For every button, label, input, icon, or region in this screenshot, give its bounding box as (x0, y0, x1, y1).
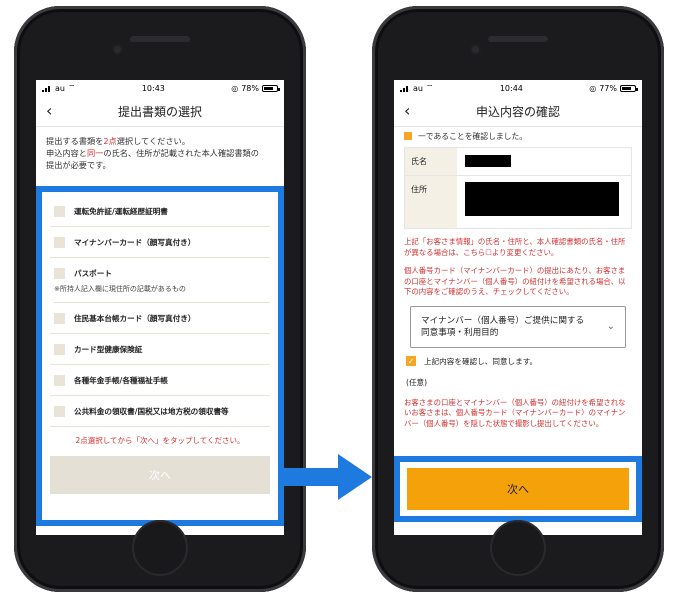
optional-label: (任意) (406, 377, 428, 387)
right-screen: au ⌔ 10:44 ◎ 77% ‹ 申込内容の確認 一であることを確認しました… (394, 80, 642, 535)
consent-dropdown[interactable]: マイナンバー（個人番号）ご提供に関する 同意事項・利用目的 ⌄ (410, 305, 626, 348)
doc-option-juki-card[interactable]: 住民基本台帳カード（顔写真付き） (50, 303, 270, 334)
page-title: 提出書類の選択 (117, 104, 202, 119)
left-screen: au ⌔ 10:43 ◎ 78% ‹ 提出書類の選択 提出する書類を2点選択して… (36, 80, 284, 535)
document-selection-panel: 運転免許証/運転経歴証明書 マイナンバーカード（顔写真付き） パスポート ※所持… (36, 186, 284, 526)
front-camera (114, 46, 121, 53)
intro-text: 提出する書類を2点選択してください。 申込内容と同一の氏名、住所が記載された本人… (46, 136, 259, 170)
address-label: 住所 (405, 176, 457, 228)
alarm-icon: ◎ (589, 83, 597, 93)
checkbox[interactable] (54, 236, 65, 248)
status-bar: au ⌔ 10:44 ◎ 77% (394, 80, 642, 96)
doc-option-utility-receipt[interactable]: 公共料金の領収書/国税又は地方税の領収書等 (50, 396, 270, 427)
checkbox[interactable] (54, 312, 65, 324)
front-camera (472, 46, 479, 53)
checkbox-checked[interactable] (404, 132, 412, 140)
home-button[interactable] (132, 520, 188, 576)
carrier-label: au (413, 83, 423, 93)
next-button[interactable]: 次へ (407, 468, 629, 510)
status-bar: au ⌔ 10:43 ◎ 78% (36, 80, 284, 96)
name-label: 氏名 (405, 148, 457, 175)
nav-bar: ‹ 申込内容の確認 (394, 96, 642, 127)
doc-option-drivers-license[interactable]: 運転免許証/運転経歴証明書 (50, 196, 270, 227)
checkbox[interactable] (54, 205, 65, 217)
signal-icon (400, 85, 410, 92)
back-button[interactable]: ‹ (46, 101, 52, 120)
check-icon[interactable]: ✓ (406, 356, 416, 366)
doc-option-health-insurance[interactable]: カード型健康保険証 (50, 334, 270, 365)
notice-address: 上記「お客さま情報」の氏名・住所と、本人確認書類の氏名・住所が異なる場合は、こち… (404, 237, 626, 257)
carrier-label: au (55, 83, 65, 93)
speaker (130, 36, 190, 42)
battery-icon (620, 84, 638, 92)
clock: 10:44 (499, 83, 523, 93)
back-button[interactable]: ‹ (404, 101, 410, 120)
wifi-icon: ⌔ (425, 83, 434, 92)
customer-info-table: 氏名 住所 (404, 147, 632, 229)
checkbox[interactable] (54, 374, 65, 386)
next-button-disabled[interactable]: 次へ (50, 456, 270, 494)
next-button-panel: 次へ (394, 456, 642, 522)
checkbox[interactable] (54, 405, 65, 417)
speaker (488, 36, 548, 42)
nav-bar: ‹ 提出書類の選択 (36, 96, 284, 127)
redacted-address (465, 182, 619, 216)
clock: 10:43 (141, 83, 165, 93)
agree-checkbox-row[interactable]: ✓ 上記内容を確認し、同意します。 (394, 348, 642, 367)
notice-mynumber: 個人番号カード（マイナンバーカード）の提出にあたり、お客さまの口座とマイナンバー… (404, 266, 626, 296)
checkbox[interactable] (54, 343, 65, 355)
redacted-name (465, 155, 511, 167)
battery-percent: 78% (241, 83, 259, 93)
battery-icon (262, 84, 280, 92)
chevron-down-icon: ⌄ (606, 320, 615, 332)
right-phone: au ⌔ 10:44 ◎ 77% ‹ 申込内容の確認 一であることを確認しました… (372, 6, 664, 592)
left-phone: au ⌔ 10:43 ◎ 78% ‹ 提出書類の選択 提出する書類を2点選択して… (14, 6, 306, 592)
doc-option-mynumber-card[interactable]: マイナンバーカード（顔写真付き） (50, 227, 270, 258)
battery-percent: 77% (599, 83, 617, 93)
home-button[interactable] (490, 520, 546, 576)
signal-icon (42, 85, 52, 92)
confirm-line: 一であることを確認しました。 (394, 127, 642, 145)
page-title: 申込内容の確認 (475, 104, 560, 119)
instruction-text: 2点選択してから「次へ」をタップしてください。 (75, 436, 245, 445)
doc-option-pension-book[interactable]: 各種年金手帳/各種福祉手帳 (50, 365, 270, 396)
notice-no-link: お客さまの口座とマイナンバー（個人番号）の紐付けを希望されないお客さまは、個人番… (404, 397, 626, 428)
passport-note: ※所持人記入欄に現住所の記載があるもの (54, 284, 270, 303)
right-arrow-icon (284, 454, 372, 500)
wifi-icon: ⌔ (67, 83, 76, 92)
alarm-icon: ◎ (231, 83, 239, 93)
checkbox[interactable] (54, 267, 65, 279)
